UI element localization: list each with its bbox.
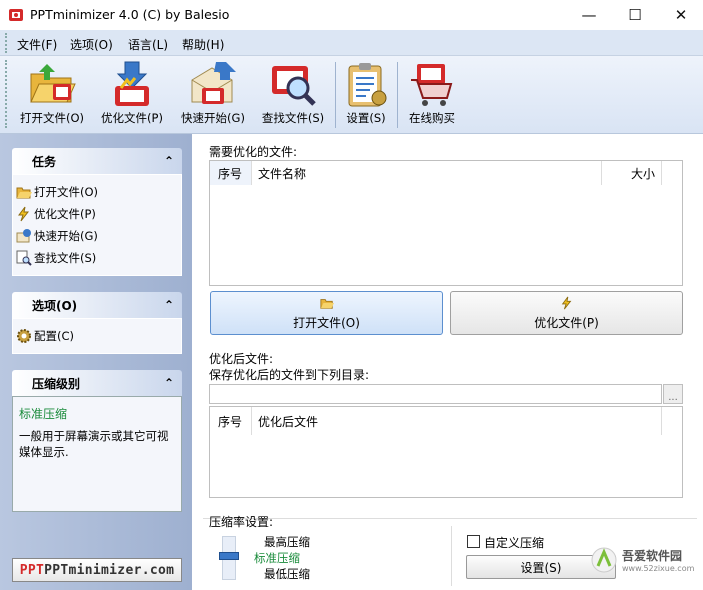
option-config-label: 配置(C) [34, 329, 75, 343]
toolbar-separator [397, 62, 398, 128]
settings-clipboard-icon [348, 63, 387, 107]
files-list[interactable]: 序号 文件名称 大小 [209, 160, 683, 286]
level-min[interactable]: 最低压缩 [264, 566, 310, 582]
browse-button[interactable]: ... [663, 384, 683, 404]
watermark-url: www.52zixue.com [622, 564, 695, 573]
close-button[interactable]: ✕ [658, 0, 703, 30]
toolbar-quickstart-button[interactable]: 快速开始(G) [174, 60, 252, 132]
lightning-icon [18, 206, 30, 222]
tasks-header[interactable]: 任务 ⌃ [12, 148, 182, 174]
col-filename[interactable]: 文件名称 [252, 161, 602, 185]
brand-logo[interactable]: PPT PPTminimizer.com [12, 558, 182, 582]
col-index[interactable]: 序号 [210, 407, 252, 435]
toolbar-separator [335, 62, 336, 128]
menu-options[interactable]: 选项(O) [70, 36, 113, 53]
toolbar-open-button[interactable]: 打开文件(O) [14, 60, 90, 132]
output-label: 优化后文件: [209, 352, 274, 366]
output-list-header: 序号 优化后文件 [210, 407, 682, 435]
task-open-label: 打开文件(O) [34, 185, 99, 199]
level-max[interactable]: 最高压缩 [264, 534, 310, 550]
toolbar-find-label: 查找文件(S) [261, 111, 325, 125]
level-standard[interactable]: 标准压缩 [254, 550, 300, 566]
watermark-logo-icon [591, 547, 617, 573]
files-label: 需要优化的文件: [209, 145, 298, 159]
menu-help[interactable]: 帮助(H) [182, 36, 224, 53]
options-title: 选项(O) [32, 298, 78, 313]
gear-icon [17, 329, 31, 343]
quick-start-icon [191, 62, 236, 104]
maximize-button[interactable]: ☐ [612, 0, 658, 30]
compression-level-name: 标准压缩 [19, 407, 68, 421]
logo-ppt: PPT [19, 562, 45, 578]
task-open[interactable]: 打开文件(O) [13, 181, 181, 203]
open-folder-icon [319, 298, 334, 309]
open-file-label: 打开文件(O) [293, 315, 360, 330]
option-config[interactable]: 配置(C) [13, 325, 181, 347]
custom-compression-checkbox[interactable] [467, 535, 480, 548]
watermark-text: 吾爱软件园 www.52zixue.com [622, 547, 694, 573]
files-list-header: 序号 文件名称 大小 [210, 161, 682, 185]
col-output-file[interactable]: 优化后文件 [252, 407, 662, 435]
task-find-label: 查找文件(S) [34, 251, 97, 265]
toolbar-grip [5, 60, 8, 128]
window-title: PPTminimizer 4.0 (C) by Balesio [30, 7, 230, 22]
task-optimize-label: 优化文件(P) [34, 207, 96, 221]
watermark-brand: 吾爱软件园 [622, 549, 683, 563]
shopping-cart-icon [411, 64, 453, 106]
task-optimize[interactable]: 优化文件(P) [13, 203, 181, 225]
compression-level-title: 压缩级别 [32, 376, 81, 391]
divider [451, 526, 452, 586]
output-path-input[interactable] [209, 384, 662, 404]
custom-compression-label[interactable]: 自定义压缩 [484, 534, 544, 551]
compression-level-panel: 标准压缩 一般用于屏幕演示或其它可视媒体显示. [12, 396, 182, 512]
col-size[interactable]: 大小 [602, 161, 662, 185]
collapse-icon[interactable]: ⌃ [164, 298, 174, 312]
task-quickstart-label: 快速开始(G) [34, 229, 98, 243]
output-files-list[interactable]: 序号 优化后文件 [209, 406, 683, 498]
optimize-file-label: 优化文件(P) [534, 315, 599, 330]
compression-settings-label: 压缩率设置: [209, 515, 274, 529]
find-file-icon [16, 250, 32, 266]
toolbar-quickstart-label: 快速开始(G) [181, 111, 245, 125]
col-index[interactable]: 序号 [210, 161, 252, 185]
lightning-icon [561, 296, 571, 309]
collapse-icon[interactable]: ⌃ [164, 154, 174, 168]
toolbar-optimize-button[interactable]: 优化文件(P) [96, 60, 168, 132]
menu-file[interactable]: 文件(F) [17, 36, 57, 53]
menu-grip [5, 33, 8, 53]
toolbar-buy-label: 在线购买 [409, 111, 455, 125]
toolbar-optimize-label: 优化文件(P) [101, 111, 163, 125]
compression-level-header[interactable]: 压缩级别 ⌃ [12, 370, 182, 396]
toolbar-settings-button[interactable]: 设置(S) [340, 60, 392, 132]
quick-start-icon [16, 229, 31, 243]
minimize-button[interactable]: — [566, 0, 612, 30]
open-file-button[interactable]: 打开文件(O) [210, 291, 443, 335]
compression-level-desc: 一般用于屏幕演示或其它可视媒体显示. [19, 429, 169, 459]
toolbar-settings-label: 设置(S) [346, 111, 386, 125]
optimize-icon [115, 61, 149, 106]
optimize-file-button[interactable]: 优化文件(P) [450, 291, 683, 335]
open-folder-icon [16, 187, 32, 199]
toolbar-open-label: 打开文件(O) [19, 111, 85, 125]
tasks-panel: 打开文件(O) 优化文件(P) 快速开始(G) 查找文件(S) [12, 174, 182, 276]
task-quickstart[interactable]: 快速开始(G) [13, 225, 181, 247]
options-header[interactable]: 选项(O) ⌃ [12, 292, 182, 318]
logo-text: PPTminimizer.com [44, 562, 175, 578]
toolbar-find-button[interactable]: 查找文件(S) [256, 60, 330, 132]
menu-language[interactable]: 语言(L) [128, 36, 168, 53]
find-file-icon [272, 66, 316, 106]
save-to-label: 保存优化后的文件到下列目录: [209, 368, 370, 382]
watermark: 吾爱软件园 www.52zixue.com [590, 532, 700, 588]
compression-slider-thumb[interactable] [219, 552, 239, 560]
tasks-title: 任务 [32, 154, 57, 169]
task-find[interactable]: 查找文件(S) [13, 247, 181, 269]
open-folder-icon [30, 64, 76, 103]
options-panel: 配置(C) [12, 318, 182, 354]
toolbar-buy-button[interactable]: 在线购买 [402, 60, 462, 132]
app-icon [8, 7, 24, 23]
collapse-icon[interactable]: ⌃ [164, 376, 174, 390]
